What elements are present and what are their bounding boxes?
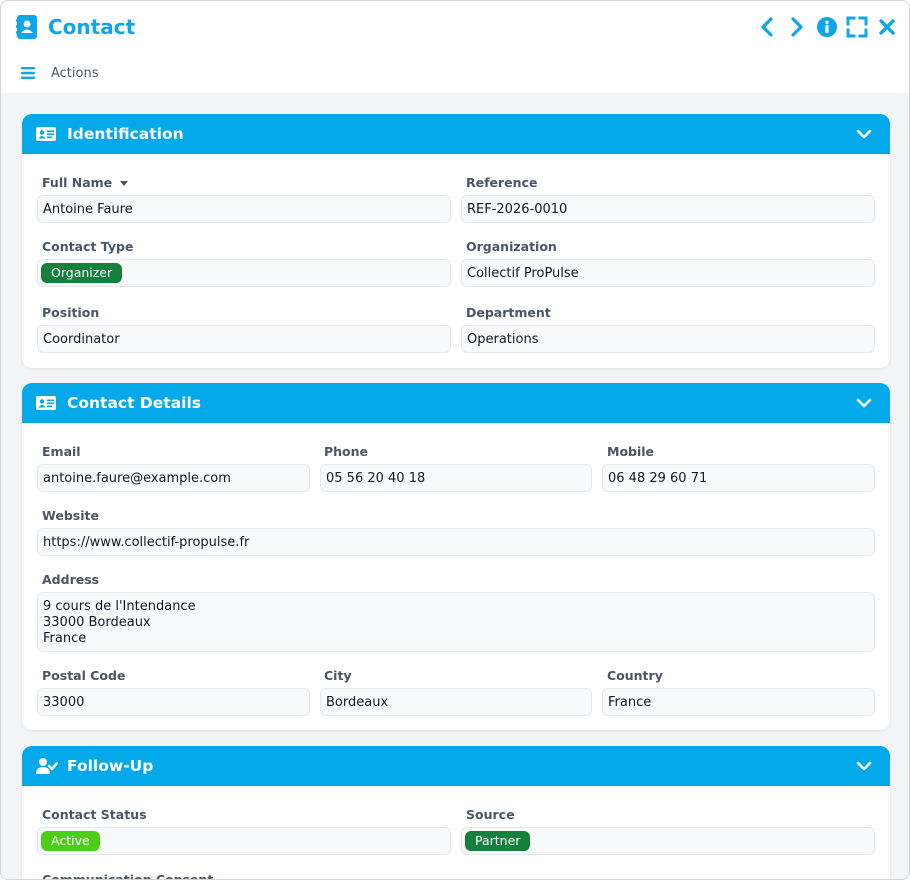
contact-type-field[interactable]: Organizer [37,259,451,287]
user-check-icon [36,757,58,775]
info-icon[interactable] [815,15,839,39]
contact-status-label: Contact Status [42,807,147,822]
website-field[interactable]: https://www.collectif-propulse.fr [37,528,875,556]
contact-type-badge: Organizer [41,263,123,283]
section-header-contact-details[interactable]: Contact Details [22,383,890,423]
section-contact-details: Contact Details Email antoine.faure@exam… [22,383,890,730]
sort-caret-icon[interactable] [120,181,129,186]
section-title: Follow-Up [67,757,154,775]
window-title: Contact [48,15,136,39]
address-card-icon [36,394,58,412]
chevron-left-icon[interactable] [755,15,779,39]
organization-field[interactable]: Collectif ProPulse [461,259,875,287]
mobile-label: Mobile [607,444,655,459]
actions-label[interactable]: Actions [51,66,99,81]
country-label: Country [607,668,663,683]
position-label: Position [42,305,100,320]
section-follow-up: Follow-Up Contact Status Active Source P… [22,746,890,880]
section-header-follow-up[interactable]: Follow-Up [22,746,890,786]
close-icon[interactable] [875,15,899,39]
id-card-icon [36,125,58,143]
full-name-label[interactable]: Full Name [42,175,129,190]
title-bar: Contact Actions [1,1,909,93]
position-field[interactable]: Coordinator [37,325,451,353]
email-label: Email [42,444,81,459]
city-field[interactable]: Bordeaux [320,688,592,716]
section-header-identification[interactable]: Identification [22,114,890,154]
postal-code-label: Postal Code [42,668,126,683]
address-field[interactable]: 9 cours de l'Intendance 33000 Bordeaux F… [37,592,875,652]
department-label: Department [466,305,551,320]
reference-label: Reference [466,175,538,190]
source-badge: Partner [465,831,531,851]
contact-status-field[interactable]: Active [37,827,451,855]
website-label: Website [42,508,99,523]
source-label: Source [466,807,515,822]
email-field[interactable]: antoine.faure@example.com [37,464,310,492]
phone-field[interactable]: 05 56 20 40 18 [320,464,592,492]
communication-consent-label: Communication Consent [42,872,214,880]
window-controls [755,15,899,39]
mobile-field[interactable]: 06 48 29 60 71 [602,464,875,492]
source-field[interactable]: Partner [461,827,875,855]
full-name-field[interactable]: Antoine Faure [37,195,451,223]
hamburger-menu-icon[interactable] [21,64,35,83]
organization-label: Organization [466,239,557,254]
department-field[interactable]: Operations [461,325,875,353]
full-name-label-text: Full Name [42,175,113,190]
actions-menu[interactable]: Actions [21,64,99,83]
city-label: City [324,668,352,683]
reference-field[interactable]: REF-2026-0010 [461,195,875,223]
contact-book-icon [16,14,38,40]
chevron-down-icon[interactable] [856,395,872,411]
expand-icon[interactable] [845,15,869,39]
chevron-down-icon[interactable] [856,758,872,774]
phone-label: Phone [324,444,369,459]
country-field[interactable]: France [602,688,875,716]
contact-window: Contact Actions Identification Full Name… [0,0,910,880]
chevron-right-icon[interactable] [785,15,809,39]
section-title: Identification [67,125,184,143]
contact-status-badge: Active [41,831,100,851]
section-identification: Identification Full Name Antoine Faure R… [22,114,890,368]
address-label: Address [42,572,100,587]
contact-type-label: Contact Type [42,239,134,254]
chevron-down-icon[interactable] [856,126,872,142]
section-title: Contact Details [67,394,202,412]
postal-code-field[interactable]: 33000 [37,688,310,716]
